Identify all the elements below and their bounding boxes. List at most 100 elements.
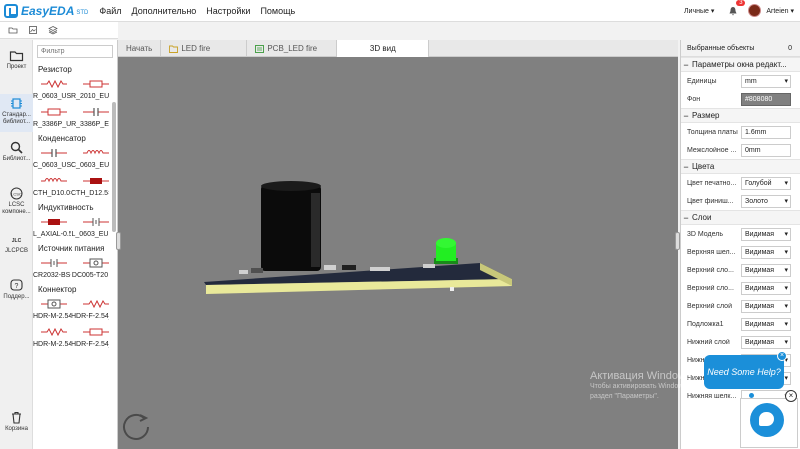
library-item-name[interactable]: L_0603_EU: [71, 231, 109, 241]
library-item-name[interactable]: R_3386P_U: [33, 121, 71, 131]
property-input[interactable]: 0mm: [741, 143, 791, 157]
property-select[interactable]: Видимая: [741, 335, 791, 349]
library-symbol-row: [33, 213, 117, 231]
help-bubble-close-icon[interactable]: ×: [777, 351, 787, 361]
library-item-name[interactable]: CR2032-BS-2: [33, 272, 71, 282]
property-row: 3D Модель Видимая: [681, 225, 800, 243]
library-symbol-thumbnail[interactable]: [81, 147, 111, 159]
chat-launcher-button[interactable]: [750, 403, 784, 437]
property-select[interactable]: Видимая: [741, 299, 791, 313]
library-item-name[interactable]: R_0603_US: [33, 93, 71, 103]
property-select[interactable]: mm: [741, 74, 791, 88]
library-filter-input[interactable]: [37, 45, 113, 58]
rail-library-search[interactable]: Библиот...: [0, 140, 33, 163]
app-logo[interactable]: EasyEDA STD: [0, 3, 88, 18]
rail-project[interactable]: Проект: [0, 48, 33, 71]
rail-trash[interactable]: Корзина: [0, 410, 33, 433]
library-symbol-thumbnail[interactable]: [39, 326, 69, 338]
library-category-title[interactable]: Коннектор: [33, 282, 117, 295]
library-symbol-thumbnail[interactable]: [39, 257, 69, 269]
property-select[interactable]: Видимая: [741, 281, 791, 295]
main-menu: Файл Дополнительно Настройки Помощь: [94, 6, 300, 16]
menu-file[interactable]: Файл: [99, 6, 121, 16]
library-item-name[interactable]: HDR-M-2.54_2: [33, 341, 71, 351]
library-symbol-thumbnail[interactable]: [81, 257, 111, 269]
library-category-title[interactable]: Конденсатор: [33, 131, 117, 144]
library-item-name[interactable]: R_2010_EU: [71, 93, 109, 103]
layers-icon[interactable]: [48, 25, 58, 35]
property-select[interactable]: Голубой: [741, 176, 791, 190]
section-size[interactable]: − Размер: [681, 108, 800, 123]
smd-part-5: [370, 267, 390, 271]
library-category-title[interactable]: Резистор: [33, 62, 117, 75]
property-select[interactable]: Золото: [741, 194, 791, 208]
library-symbol-thumbnail[interactable]: [39, 298, 69, 310]
3d-scene[interactable]: [118, 57, 678, 449]
library-item-name[interactable]: HDR-F-2.54_1: [71, 313, 109, 323]
tab-pcb-led-fire[interactable]: PCB_LED fire: [247, 40, 338, 57]
library-symbol-thumbnail[interactable]: [39, 78, 69, 90]
background-color-swatch[interactable]: #808080: [741, 92, 791, 106]
library-symbol-thumbnail[interactable]: [81, 326, 111, 338]
library-item-name[interactable]: DC005-T20: [71, 272, 109, 282]
save-image-icon[interactable]: [28, 25, 38, 35]
library-item-name[interactable]: C_0603_EU: [71, 162, 109, 172]
tab-led-fire[interactable]: LED fire: [161, 40, 248, 57]
property-select[interactable]: Видимая: [741, 227, 791, 241]
notifications-button[interactable]: 3: [728, 0, 746, 16]
rail-lcsc-parts[interactable]: LCSC LCSC компоне...: [0, 186, 33, 216]
schematic-icon: [169, 45, 179, 53]
library-symbol-thumbnail[interactable]: [81, 175, 111, 187]
library-item-names: R_3386P_U R_3386P_E: [33, 121, 117, 131]
library-symbol-thumbnail[interactable]: [39, 175, 69, 187]
library-item-name[interactable]: CTH_D12.5×: [71, 190, 109, 200]
library-symbol-thumbnail[interactable]: [81, 78, 111, 90]
library-symbol-thumbnail[interactable]: [39, 106, 69, 118]
library-category-title[interactable]: Источник питания: [33, 241, 117, 254]
rail-support[interactable]: ? Поддер...: [0, 278, 33, 301]
menu-help[interactable]: Помощь: [260, 6, 295, 16]
property-label: Единицы: [687, 77, 717, 85]
help-bubble[interactable]: Need Some Help?: [704, 355, 784, 389]
secondary-toolbar: [0, 22, 118, 39]
library-symbol-thumbnail[interactable]: [39, 216, 69, 228]
library-item-name[interactable]: L_AXIAL-0.5: [33, 231, 71, 241]
property-input[interactable]: 1.6mm: [741, 125, 791, 139]
section-layers[interactable]: − Слои: [681, 210, 800, 225]
reset-view-button[interactable]: [123, 413, 149, 440]
rail-jlcpcb[interactable]: JLC JLCPCB: [0, 232, 33, 255]
open-folder-icon[interactable]: [8, 25, 18, 35]
property-row: Толщина платы 1.6mm: [681, 123, 800, 141]
library-item-name[interactable]: R_3386P_E: [71, 121, 109, 131]
username-dropdown[interactable]: Arteien ▾: [766, 7, 794, 15]
library-item-name[interactable]: HDR-F-2.54_2: [71, 341, 109, 351]
3d-viewport[interactable]: [118, 57, 678, 449]
account-type-dropdown[interactable]: Личные ▾: [684, 7, 714, 15]
property-select[interactable]: Видимая: [741, 245, 791, 259]
property-value: #808080: [745, 95, 773, 103]
tab-3d-view[interactable]: 3D вид: [337, 40, 430, 57]
library-symbol-thumbnail[interactable]: [39, 147, 69, 159]
section-colors[interactable]: − Цвета: [681, 159, 800, 174]
library-item-names: CTH_D10.0× CTH_D12.5×: [33, 190, 117, 200]
rail-standard-library[interactable]: Стандар... библиот...: [0, 94, 33, 132]
library-scrollbar[interactable]: [112, 102, 116, 232]
library-item-name[interactable]: HDR-M-2.54_1: [33, 313, 71, 323]
property-select[interactable]: Видимая: [741, 263, 791, 277]
library-item-name[interactable]: C_0603_US: [33, 162, 71, 172]
library-category-title[interactable]: Индуктивность: [33, 200, 117, 213]
collapse-left-panel-handle[interactable]: [116, 232, 121, 250]
section-canvas[interactable]: − Параметры окна редакт...: [681, 57, 800, 72]
section-canvas-title: Параметры окна редакт...: [692, 60, 787, 69]
chat-close-icon[interactable]: ×: [785, 390, 797, 402]
avatar[interactable]: [748, 4, 762, 17]
property-select[interactable]: Видимая: [741, 317, 791, 331]
menu-advanced[interactable]: Дополнительно: [132, 6, 197, 16]
tab-led-fire-label: LED fire: [181, 44, 211, 53]
library-symbol-thumbnail[interactable]: [81, 298, 111, 310]
tab-start[interactable]: Начать: [118, 40, 162, 57]
library-symbol-thumbnail[interactable]: [81, 106, 111, 118]
menu-settings[interactable]: Настройки: [206, 6, 250, 16]
library-item-name[interactable]: CTH_D10.0×: [33, 190, 71, 200]
library-symbol-thumbnail[interactable]: [81, 216, 111, 228]
